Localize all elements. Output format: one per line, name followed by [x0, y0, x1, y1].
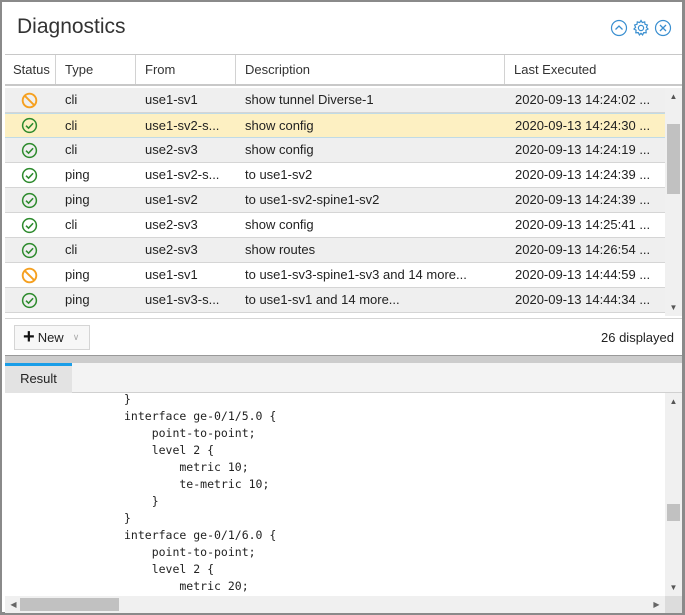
- table-row[interactable]: cli use1-sv1 show tunnel Diverse-1 2020-09-…: [5, 88, 665, 113]
- scroll-up-arrow-icon[interactable]: ▲: [665, 393, 682, 410]
- result-code-text: } interface ge-0/1/5.0 { point-to-point;…: [124, 393, 277, 593]
- table-row[interactable]: cli use2-sv3 show config 2020-09-13 14:24:1…: [5, 138, 665, 163]
- cell-from: use2-sv3: [145, 217, 198, 232]
- result-panel: } interface ge-0/1/5.0 { point-to-point;…: [5, 393, 682, 613]
- window-title: Diagnostics: [17, 15, 126, 38]
- table-row[interactable]: ping use1-sv1 to use1-sv3-spine1-sv3 and 1…: [5, 263, 665, 288]
- scroll-down-arrow-icon[interactable]: ▼: [665, 299, 682, 316]
- cell-last-executed: 2020-09-13 14:24:30 ...: [515, 118, 651, 133]
- cell-description: to use1-sv3-spine1-sv3 and 14 more...: [245, 267, 467, 282]
- column-header-from[interactable]: From: [136, 55, 236, 84]
- column-header-description[interactable]: Description: [236, 55, 505, 84]
- column-header-status[interactable]: Status: [5, 55, 56, 84]
- result-horizontal-scrollbar[interactable]: ◀ ▶: [5, 596, 665, 613]
- cell-description: show config: [245, 217, 314, 232]
- cell-last-executed: 2020-09-13 14:24:39 ...: [515, 167, 651, 182]
- cell-type: ping: [65, 167, 90, 182]
- scroll-right-arrow-icon[interactable]: ▶: [648, 596, 665, 613]
- scrollbar-thumb[interactable]: [667, 124, 680, 195]
- cell-last-executed: 2020-09-13 14:26:54 ...: [515, 242, 651, 257]
- scroll-down-arrow-icon[interactable]: ▼: [665, 579, 682, 596]
- table-row[interactable]: cli use2-sv3 show config 2020-09-13 14:25:4…: [5, 213, 665, 238]
- result-output: } interface ge-0/1/5.0 { point-to-point;…: [5, 393, 665, 596]
- cell-from: use1-sv2-s...: [145, 118, 220, 133]
- success-check-icon: [5, 163, 56, 187]
- cell-description: show routes: [245, 242, 316, 257]
- result-vertical-scrollbar[interactable]: ▲ ▼: [665, 393, 682, 596]
- scrollbar-thumb[interactable]: [667, 504, 680, 522]
- close-icon[interactable]: [654, 19, 672, 37]
- cell-type: cli: [65, 242, 78, 257]
- cell-last-executed: 2020-09-13 14:24:02 ...: [515, 92, 651, 107]
- scrollbar-corner: [665, 596, 682, 613]
- column-header-type[interactable]: Type: [56, 55, 136, 84]
- diagnostics-window: Diagnostics Status Type From Description…: [0, 0, 685, 615]
- cell-description: to use1-sv2-spine1-sv2: [245, 192, 380, 207]
- cell-type: cli: [65, 217, 78, 232]
- column-header-last-executed[interactable]: Last Executed: [505, 55, 682, 84]
- success-check-icon: [5, 114, 56, 137]
- cell-last-executed: 2020-09-13 14:24:39 ...: [515, 192, 651, 207]
- cell-type: ping: [65, 192, 90, 207]
- cell-from: use1-sv3-s...: [145, 292, 220, 307]
- grid-body: cli use1-sv1 show tunnel Diverse-1 2020-09-…: [5, 88, 665, 316]
- diagnostics-grid: Status Type From Description Last Execut…: [5, 54, 682, 318]
- cell-from: use1-sv2: [145, 192, 198, 207]
- grid-toolbar: + New ∨ 26 displayed: [5, 318, 682, 355]
- cell-description: to use1-sv2: [245, 167, 313, 182]
- cell-last-executed: 2020-09-13 14:25:41 ...: [515, 217, 651, 232]
- window-header: Diagnostics: [2, 2, 682, 54]
- cell-type: cli: [65, 118, 78, 133]
- success-check-icon: [5, 238, 56, 262]
- chevron-down-icon[interactable]: ∨: [73, 332, 80, 343]
- cell-from: use2-sv3: [145, 142, 198, 157]
- cell-type: cli: [65, 142, 78, 157]
- panel-splitter[interactable]: [5, 355, 682, 363]
- cell-type: ping: [65, 267, 90, 282]
- cell-last-executed: 2020-09-13 14:24:19 ...: [515, 142, 651, 157]
- displayed-count: 26 displayed: [601, 330, 674, 345]
- table-row[interactable]: ping use1-sv2 to use1-sv2-spine1-sv2 2020-0…: [5, 188, 665, 213]
- cell-from: use1-sv1: [145, 267, 198, 282]
- cell-description: to use1-sv1 and 14 more...: [245, 292, 400, 307]
- grid-header: Status Type From Description Last Execut…: [5, 55, 682, 86]
- scroll-up-arrow-icon[interactable]: ▲: [665, 88, 682, 105]
- blocked-icon: [5, 88, 56, 112]
- cell-description: show config: [245, 118, 314, 133]
- success-check-icon: [5, 288, 56, 312]
- tab-result[interactable]: Result: [5, 363, 72, 393]
- table-row[interactable]: cli use1-sv2-s... show config 2020-09-13 14…: [5, 113, 665, 138]
- cell-description: show config: [245, 142, 314, 157]
- result-tab-bar: Result: [5, 363, 682, 393]
- collapse-icon[interactable]: [610, 19, 628, 37]
- cell-description: show tunnel Diverse-1: [245, 92, 374, 107]
- cell-last-executed: 2020-09-13 14:44:34 ...: [515, 292, 651, 307]
- grid-vertical-scrollbar[interactable]: ▲ ▼: [665, 88, 682, 316]
- cell-type: cli: [65, 92, 78, 107]
- plus-icon: +: [23, 325, 35, 348]
- table-row[interactable]: ping use1-sv2-s... to use1-sv2 2020-09-13 1…: [5, 163, 665, 188]
- new-button-label: New: [37, 330, 64, 345]
- table-row[interactable]: cli use2-sv3 show routes 2020-09-13 14:26:5…: [5, 238, 665, 263]
- cell-from: use2-sv3: [145, 242, 198, 257]
- header-actions: [610, 19, 672, 37]
- scrollbar-thumb[interactable]: [20, 598, 119, 611]
- cell-last-executed: 2020-09-13 14:44:59 ...: [515, 267, 651, 282]
- new-button[interactable]: + New ∨: [14, 325, 90, 350]
- gear-icon[interactable]: [632, 19, 650, 37]
- table-row[interactable]: ping use1-sv3-s... to use1-sv1 and 14 more…: [5, 288, 665, 313]
- success-check-icon: [5, 213, 56, 237]
- cell-type: ping: [65, 292, 90, 307]
- blocked-icon: [5, 263, 56, 287]
- success-check-icon: [5, 188, 56, 212]
- success-check-icon: [5, 138, 56, 162]
- cell-from: use1-sv2-s...: [145, 167, 220, 182]
- cell-from: use1-sv1: [145, 92, 198, 107]
